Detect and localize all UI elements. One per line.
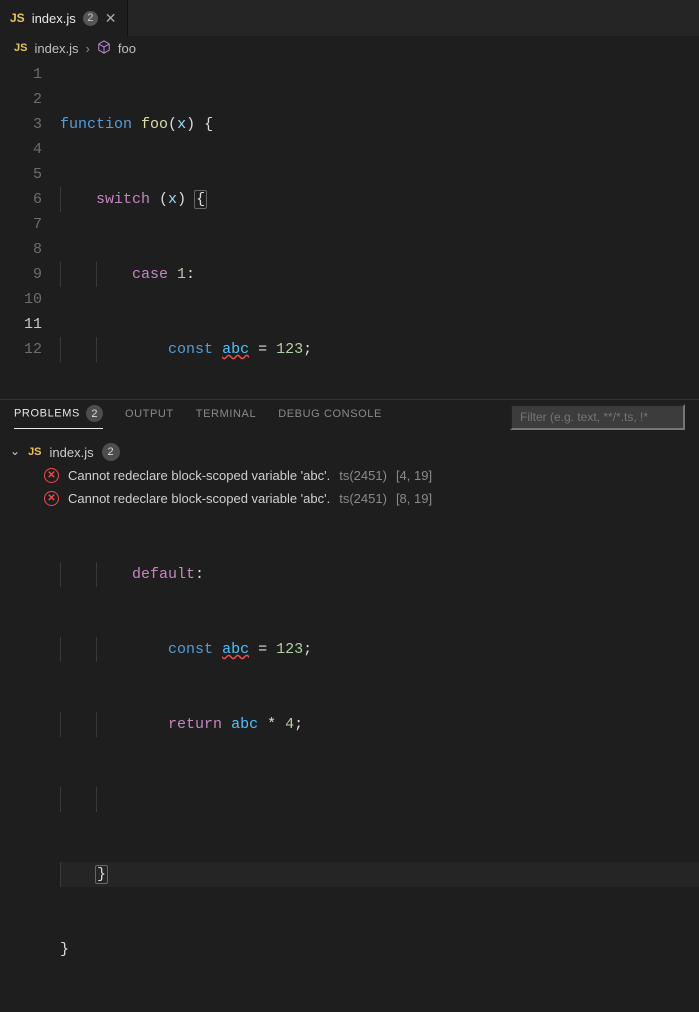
line-number: 7 bbox=[0, 212, 42, 237]
error-underline: abc bbox=[222, 341, 249, 358]
breadcrumb-file[interactable]: index.js bbox=[34, 41, 78, 56]
problem-location: [4, 19] bbox=[396, 468, 432, 483]
problems-file-row[interactable]: ⌄ JS index.js 2 bbox=[10, 440, 689, 464]
line-number: 12 bbox=[0, 337, 42, 362]
bottom-panel: PROBLEMS2 OUTPUT TERMINAL DEBUG CONSOLE … bbox=[0, 399, 699, 546]
editor-tab[interactable]: JS index.js 2 ✕ bbox=[0, 0, 128, 36]
line-number: 9 bbox=[0, 262, 42, 287]
problems-count-badge: 2 bbox=[86, 405, 103, 422]
problem-item[interactable]: ✕ Cannot redeclare block-scoped variable… bbox=[10, 487, 689, 510]
code-line[interactable]: } bbox=[60, 937, 699, 962]
breadcrumb-symbol[interactable]: foo bbox=[118, 41, 136, 56]
code-line[interactable]: case 1: bbox=[60, 262, 699, 287]
line-number: 5 bbox=[0, 162, 42, 187]
code-line[interactable] bbox=[60, 787, 699, 812]
chevron-down-icon[interactable]: ⌄ bbox=[10, 444, 20, 458]
error-icon: ✕ bbox=[44, 491, 59, 506]
tab-filename: index.js bbox=[32, 11, 76, 26]
panel-tabbar: PROBLEMS2 OUTPUT TERMINAL DEBUG CONSOLE bbox=[0, 400, 699, 434]
code-line[interactable]: function foo(x) { bbox=[60, 112, 699, 137]
line-number: 1 bbox=[0, 62, 42, 87]
error-icon: ✕ bbox=[44, 468, 59, 483]
breadcrumb[interactable]: JS index.js › foo bbox=[0, 36, 699, 60]
code-line[interactable]: default: bbox=[60, 562, 699, 587]
code-line[interactable]: switch (x) { bbox=[60, 187, 699, 212]
problems-file-name: index.js bbox=[50, 445, 94, 460]
line-number: 4 bbox=[0, 137, 42, 162]
close-icon[interactable]: ✕ bbox=[105, 10, 117, 27]
problem-location: [8, 19] bbox=[396, 491, 432, 506]
tab-problems-badge: 2 bbox=[83, 11, 98, 26]
line-number: 11 bbox=[0, 312, 42, 337]
error-underline: abc bbox=[222, 641, 249, 658]
problem-code: ts(2451) bbox=[339, 468, 387, 483]
problems-list: ⌄ JS index.js 2 ✕ Cannot redeclare block… bbox=[0, 434, 699, 510]
code-line[interactable]: const abc = 123; bbox=[60, 637, 699, 662]
js-file-icon: JS bbox=[14, 42, 27, 54]
tab-problems[interactable]: PROBLEMS2 bbox=[14, 405, 103, 429]
file-problems-count: 2 bbox=[102, 443, 120, 461]
problem-message: Cannot redeclare block-scoped variable '… bbox=[68, 468, 330, 483]
code-line[interactable]: const abc = 123; bbox=[60, 337, 699, 362]
js-file-icon: JS bbox=[28, 446, 41, 458]
line-number: 6 bbox=[0, 187, 42, 212]
tab-output[interactable]: OUTPUT bbox=[125, 408, 174, 426]
line-number: 10 bbox=[0, 287, 42, 312]
js-file-icon: JS bbox=[10, 11, 25, 25]
problems-filter-input[interactable] bbox=[510, 404, 685, 430]
code-line[interactable]: } bbox=[60, 862, 699, 887]
symbol-icon bbox=[97, 40, 111, 57]
problem-message: Cannot redeclare block-scoped variable '… bbox=[68, 491, 330, 506]
tab-debug-console[interactable]: DEBUG CONSOLE bbox=[278, 408, 382, 426]
tab-terminal[interactable]: TERMINAL bbox=[196, 408, 256, 426]
problem-code: ts(2451) bbox=[339, 491, 387, 506]
code-line[interactable]: return abc * 4; bbox=[60, 712, 699, 737]
line-number: 8 bbox=[0, 237, 42, 262]
tab-bar: JS index.js 2 ✕ bbox=[0, 0, 699, 36]
breadcrumb-separator: › bbox=[86, 41, 90, 56]
line-number: 2 bbox=[0, 87, 42, 112]
line-number: 3 bbox=[0, 112, 42, 137]
problem-item[interactable]: ✕ Cannot redeclare block-scoped variable… bbox=[10, 464, 689, 487]
